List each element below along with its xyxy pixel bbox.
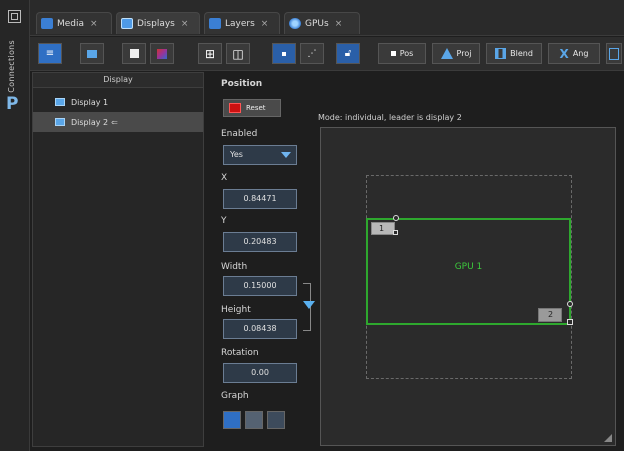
projection-icon: [440, 48, 453, 59]
reset-button[interactable]: Reset: [223, 99, 281, 117]
gpu-icon: [289, 18, 301, 29]
angle-icon: X: [559, 46, 569, 61]
close-icon[interactable]: ×: [90, 19, 98, 29]
pos-button[interactable]: Pos: [378, 43, 426, 64]
monitor-icon: [121, 18, 133, 29]
top-right-handle[interactable]: [567, 301, 573, 307]
connections-label[interactable]: Connections: [7, 40, 16, 93]
enabled-label: Enabled: [221, 129, 258, 139]
bottom-right-handle[interactable]: [567, 319, 573, 325]
tab-displays[interactable]: Displays ×: [116, 12, 200, 34]
list-item-display-2[interactable]: Display 2 ⇐: [33, 112, 203, 132]
reset-icon: [229, 103, 241, 113]
proj-button[interactable]: Proj: [432, 43, 480, 64]
rotation-field[interactable]: 0.00: [223, 363, 297, 383]
proj-label: Proj: [456, 49, 472, 58]
display-1-badge[interactable]: 1: [371, 222, 395, 235]
color-view-button[interactable]: [150, 43, 174, 64]
aspect-lock-icon[interactable]: [303, 301, 315, 309]
scatter-button[interactable]: ⋰: [300, 43, 324, 64]
x-field[interactable]: 0.84471: [223, 189, 297, 209]
columns-icon: ◫: [232, 46, 244, 61]
blend-label: Blend: [510, 49, 533, 58]
columns-button[interactable]: ◫: [226, 43, 250, 64]
link-icon: ⇐: [111, 117, 118, 127]
monitor-icon: [55, 118, 65, 126]
chevron-down-icon: [281, 152, 291, 158]
blend-icon: [495, 48, 507, 59]
list-item-label: Display 1: [71, 97, 109, 107]
list-view-button[interactable]: ≡: [38, 43, 62, 64]
display-view-button[interactable]: [80, 43, 104, 64]
blend-button[interactable]: Blend: [486, 43, 542, 64]
tab-layers[interactable]: Layers ×: [204, 12, 280, 34]
grid-icon: ⊞: [204, 46, 216, 61]
grid-button[interactable]: ⊞: [198, 43, 222, 64]
resize-grip-icon[interactable]: [604, 434, 612, 442]
tab-gpus-label: GPUs: [305, 18, 329, 29]
tab-layers-label: Layers: [225, 18, 255, 29]
enabled-dropdown[interactable]: Yes: [223, 145, 297, 165]
x-label: X: [221, 173, 228, 183]
rotation-label: Rotation: [221, 348, 259, 358]
tab-displays-label: Displays: [137, 18, 175, 29]
tab-bar: Media × Displays × Layers × GPUs ×: [30, 0, 624, 36]
close-icon[interactable]: ×: [181, 19, 189, 29]
list-item-display-1[interactable]: Display 1: [33, 92, 203, 112]
output-view-button[interactable]: [122, 43, 146, 64]
float-window-icon[interactable]: [8, 10, 21, 23]
ang-label: Ang: [572, 49, 589, 58]
close-icon[interactable]: ×: [335, 19, 343, 29]
toolbar: ≡ ⊞ ◫ ⋰ 🔓︎ Pos Proj Blend X Ang: [30, 37, 624, 71]
connections-sidebar: Connections P: [0, 0, 30, 451]
lock-button[interactable]: 🔓︎: [336, 43, 360, 64]
height-label: Height: [221, 305, 251, 315]
graph-button-3[interactable]: [267, 411, 285, 429]
position-heading: Position: [221, 79, 263, 89]
enabled-value: Yes: [230, 150, 243, 159]
graph-label: Graph: [221, 391, 249, 401]
display-list-panel: Display Display 1 Display 2 ⇐: [32, 72, 204, 447]
media-icon: [41, 18, 53, 29]
color-icon: [157, 48, 167, 59]
point-icon: [282, 51, 286, 56]
gpu-label: GPU 1: [454, 262, 483, 272]
tab-media-label: Media: [57, 18, 85, 29]
display-2-badge[interactable]: 2: [538, 308, 562, 322]
tab-gpus[interactable]: GPUs ×: [284, 12, 360, 34]
monitor-icon: [87, 49, 97, 58]
monitor-icon: [55, 98, 65, 106]
lock-icon: 🔓︎: [344, 48, 352, 59]
y-label: Y: [221, 216, 227, 226]
list-item-label: Display 2: [71, 117, 109, 127]
pos-label: Pos: [399, 49, 414, 58]
width-label: Width: [221, 262, 248, 272]
graph-button-2[interactable]: [245, 411, 263, 429]
y-field[interactable]: 0.20483: [223, 232, 297, 252]
reset-label: Reset: [246, 104, 266, 112]
properties-panel: Position Reset Enabled Yes X 0.84471 Y 0…: [213, 72, 308, 447]
height-field[interactable]: 0.08438: [223, 319, 297, 339]
point-button[interactable]: [272, 43, 296, 64]
position-icon: [390, 51, 396, 56]
graph-button-1[interactable]: [223, 411, 241, 429]
display-list-header: Display: [33, 73, 203, 88]
close-icon[interactable]: ×: [261, 19, 269, 29]
ang-button[interactable]: X Ang: [548, 43, 600, 64]
p-icon[interactable]: P: [6, 94, 18, 114]
list-icon: ≡: [45, 48, 55, 59]
resize-handle[interactable]: [393, 230, 398, 235]
width-field[interactable]: 0.15000: [223, 276, 297, 296]
layers-icon: [209, 18, 221, 29]
mode-label: Mode: individual, leader is display 2: [318, 113, 462, 122]
layout-canvas[interactable]: GPU 1 1 2: [320, 127, 616, 446]
top-left-handle[interactable]: [393, 215, 399, 221]
scatter-icon: ⋰: [307, 48, 317, 59]
square-icon: [129, 49, 139, 58]
more-icon: [609, 47, 619, 60]
more-button[interactable]: [606, 43, 622, 64]
tab-media[interactable]: Media ×: [36, 12, 112, 34]
